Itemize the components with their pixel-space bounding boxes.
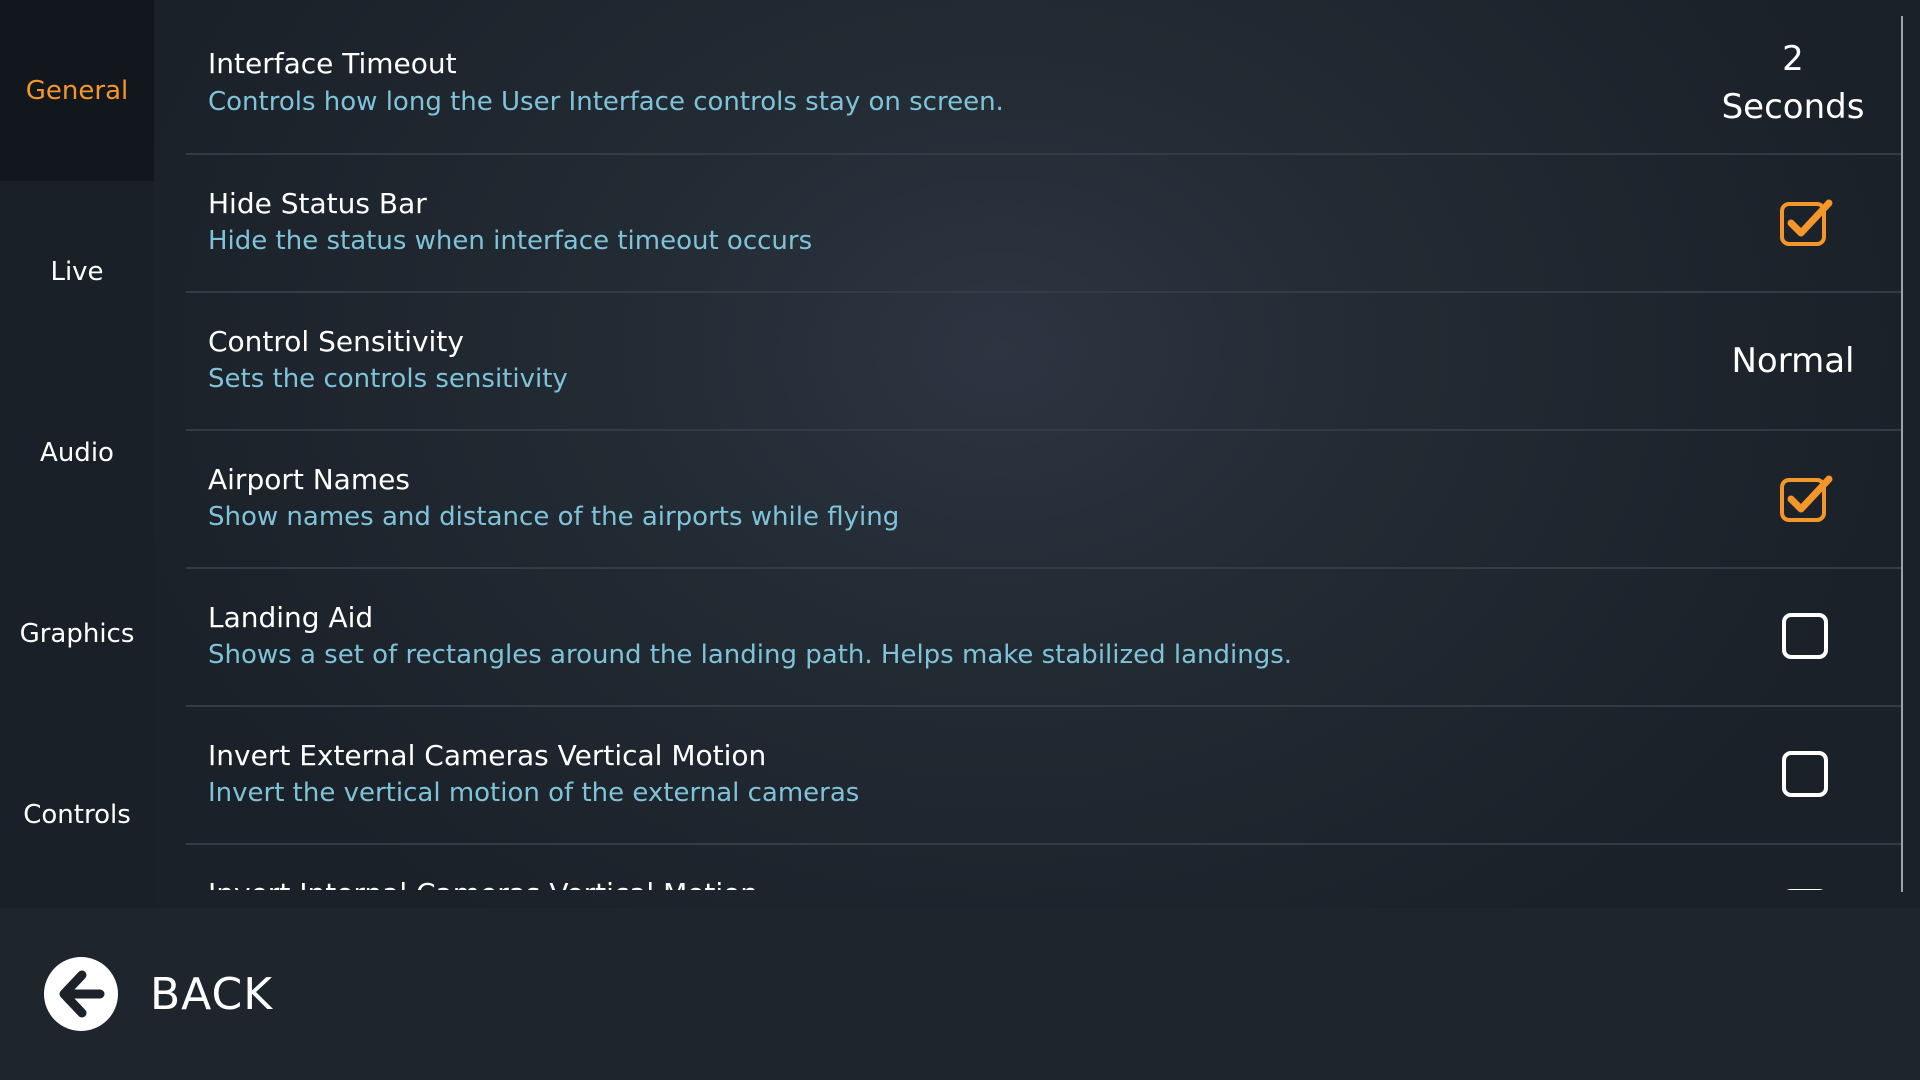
setting-description: Hide the status when interface timeout o… [208, 226, 813, 256]
bottom-bar: BACK [0, 908, 1920, 1080]
control-sensitivity-value[interactable]: Normal [1713, 337, 1873, 385]
sidebar-item-label: Graphics [19, 618, 135, 649]
interface-timeout-value[interactable]: 2 Seconds [1713, 35, 1873, 131]
setting-title: Airport Names [208, 463, 410, 496]
setting-title: Invert Internal Cameras Vertical Motion [208, 877, 758, 890]
sidebar-item-label: General [25, 75, 129, 106]
timeout-number: 2 [1782, 39, 1804, 79]
settings-sidebar: General Live Audio Graphics Controls [0, 0, 154, 908]
setting-description: Controls how long the User Interface con… [208, 87, 1004, 117]
sidebar-item-live[interactable]: Live [0, 181, 154, 362]
setting-row-landing-aid[interactable]: Landing Aid Shows a set of rectangles ar… [186, 569, 1902, 707]
setting-title: Invert External Cameras Vertical Motion [208, 739, 767, 772]
sidebar-item-controls[interactable]: Controls [0, 724, 154, 905]
checkbox-unchecked-icon [1786, 889, 1824, 890]
setting-row-hide-status-bar[interactable]: Hide Status Bar Hide the status when int… [186, 155, 1902, 293]
setting-row-invert-internal-cameras[interactable]: Invert Internal Cameras Vertical Motion [186, 845, 1902, 890]
checkbox-unchecked-icon [1782, 613, 1828, 659]
sidebar-item-general[interactable]: General [0, 0, 154, 181]
sidebar-item-label: Controls [23, 799, 131, 830]
sidebar-item-label: Live [50, 256, 104, 287]
airport-names-checkbox[interactable] [1779, 473, 1833, 523]
sidebar-item-graphics[interactable]: Graphics [0, 543, 154, 724]
settings-screen: General Live Audio Graphics Controls Int… [0, 0, 1920, 1080]
setting-row-invert-external-cameras[interactable]: Invert External Cameras Vertical Motion … [186, 707, 1902, 845]
setting-row-interface-timeout[interactable]: Interface Timeout Controls how long the … [186, 17, 1902, 155]
checkbox-checked-icon [1780, 475, 1833, 522]
invert-external-cameras-checkbox[interactable] [1782, 751, 1832, 801]
back-label: BACK [150, 968, 274, 1020]
setting-description: Show names and distance of the airports … [208, 502, 900, 532]
sidebar-item-label: Audio [40, 437, 114, 468]
invert-internal-cameras-checkbox[interactable] [1782, 889, 1832, 890]
setting-title: Landing Aid [208, 601, 374, 634]
setting-row-airport-names[interactable]: Airport Names Show names and distance of… [186, 431, 1902, 569]
checkbox-checked-icon [1780, 199, 1833, 246]
settings-list[interactable]: Interface Timeout Controls how long the … [186, 0, 1902, 890]
timeout-unit: Seconds [1721, 87, 1865, 127]
setting-description: Invert the vertical motion of the extern… [208, 778, 860, 808]
back-arrow-icon [44, 957, 118, 1031]
list-scrollbar[interactable] [1901, 16, 1903, 892]
checkbox-unchecked-icon [1782, 751, 1828, 797]
back-button[interactable]: BACK [44, 956, 273, 1032]
setting-row-control-sensitivity[interactable]: Control Sensitivity Sets the controls se… [186, 293, 1902, 431]
setting-title: Control Sensitivity [208, 325, 464, 358]
landing-aid-checkbox[interactable] [1782, 613, 1832, 663]
setting-title: Hide Status Bar [208, 187, 427, 220]
hide-status-bar-checkbox[interactable] [1779, 197, 1833, 247]
setting-description: Sets the controls sensitivity [208, 364, 568, 394]
setting-description: Shows a set of rectangles around the lan… [208, 640, 1293, 670]
setting-title: Interface Timeout [208, 47, 457, 80]
sidebar-item-audio[interactable]: Audio [0, 362, 154, 543]
